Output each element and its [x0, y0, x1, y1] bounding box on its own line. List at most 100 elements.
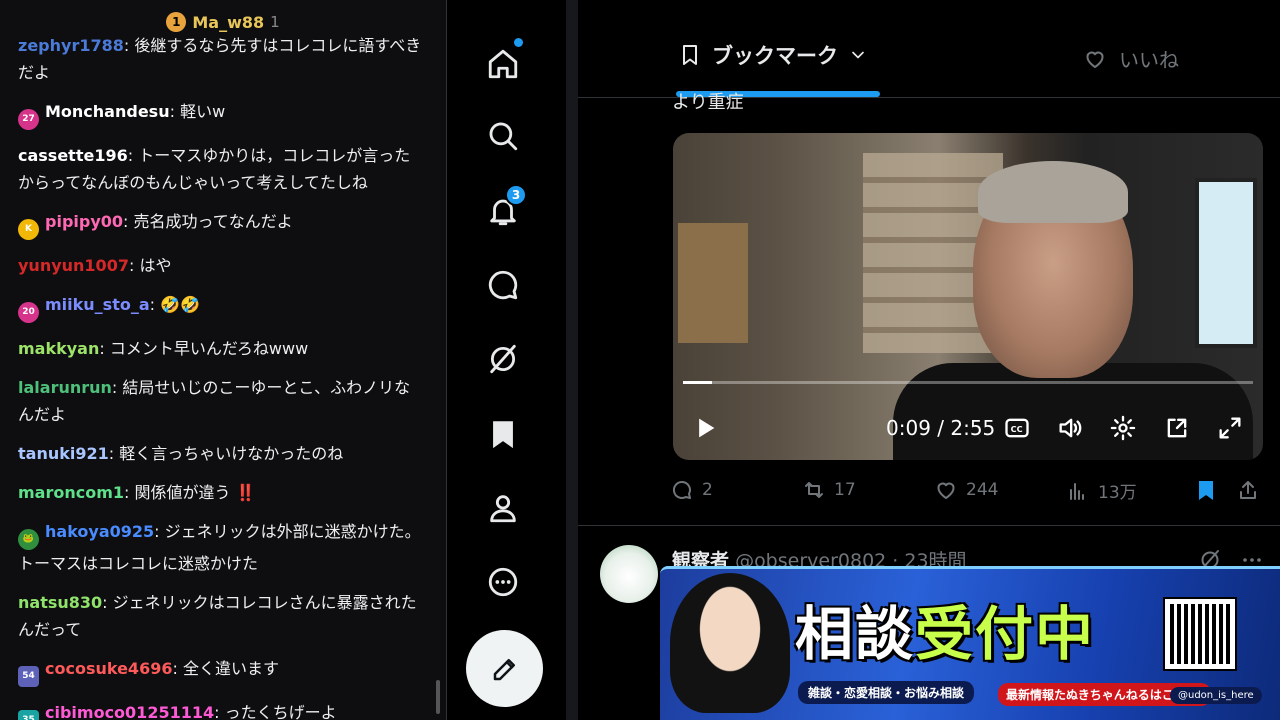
- post-actions: 2 17 244 13万: [670, 478, 1270, 510]
- chat-message: 20 miiku_sto_a: 🤣🤣: [18, 291, 423, 323]
- chat-message: 35 cibimoco01251114: ったくちげーよ: [18, 699, 423, 720]
- chat-message: 54 cocosuke4696: 全く違います: [18, 655, 423, 687]
- compose-button[interactable]: [466, 630, 543, 707]
- chat-badge-icon: 35: [18, 710, 39, 720]
- reply-count: 2: [702, 480, 713, 500]
- chat-message: cassette196: トーマスゆかりは，コレコレが言ったからってなんぼのもん…: [18, 142, 423, 196]
- chat-username[interactable]: makkyan: [18, 339, 99, 358]
- post-text-fragment: より重症: [672, 92, 744, 113]
- chat-top-count: 1: [270, 13, 280, 31]
- like-button[interactable]: 244: [934, 478, 998, 502]
- nav-rail: 3: [447, 0, 562, 720]
- chat-scrollbar[interactable]: [436, 680, 440, 714]
- chat-text: 🤣🤣: [160, 295, 200, 314]
- chat-separator: :: [111, 378, 123, 397]
- compose-icon: [493, 658, 515, 680]
- bookmark-filled-icon: [1199, 481, 1213, 500]
- profile-icon[interactable]: [481, 486, 525, 530]
- chat-badge-icon: 🐸: [18, 529, 39, 550]
- more-icon[interactable]: [481, 560, 525, 604]
- chat-message: natsu830: ジェネリックはコレコレさんに暴露されたんだって: [18, 589, 423, 643]
- chat-username[interactable]: cassette196: [18, 146, 128, 165]
- settings-icon[interactable]: [1109, 413, 1137, 443]
- chat-username[interactable]: natsu830: [18, 593, 102, 612]
- svg-text:CC: CC: [1011, 424, 1023, 434]
- chat-badge-icon: 27: [18, 109, 39, 130]
- chat-text: コメント早いんだろねwww: [109, 339, 309, 358]
- chat-message: 27 Monchandesu: 軽いw: [18, 98, 423, 130]
- qr-code: [1163, 597, 1237, 671]
- grok-icon[interactable]: [481, 337, 525, 381]
- repost-icon: [805, 482, 823, 498]
- chat-username[interactable]: yunyun1007: [18, 256, 129, 275]
- tab-likes[interactable]: いいね: [1083, 44, 1179, 73]
- chat-badge-icon: K: [18, 219, 39, 240]
- chat-username[interactable]: hakoya0925: [45, 522, 154, 541]
- chat-message: maroncom1: 関係値が違う ‼️: [18, 479, 423, 506]
- reply-button[interactable]: 2: [670, 478, 713, 502]
- search-icon[interactable]: [481, 114, 525, 158]
- messages-icon[interactable]: [481, 263, 525, 307]
- chat-top-user[interactable]: Ma_w88: [192, 13, 264, 32]
- video-progress-track[interactable]: [683, 381, 1253, 384]
- play-icon[interactable]: [691, 413, 719, 443]
- chat-separator: :: [108, 444, 120, 463]
- chat-text: 関係値が違う ‼️: [134, 483, 256, 502]
- video-bg-box: [678, 223, 748, 343]
- chat-text: 売名成功ってなんだよ: [133, 212, 293, 231]
- chat-username[interactable]: tanuki921: [18, 444, 109, 463]
- chat-username[interactable]: zephyr1788: [18, 36, 124, 55]
- banner-x-handle: @udon_is_here: [1170, 687, 1262, 704]
- video-player[interactable]: 0:09 / 2:55 CC: [673, 133, 1263, 460]
- fullscreen-icon[interactable]: [1216, 413, 1244, 443]
- chat-text: 全く違います: [182, 659, 279, 678]
- chat-separator: :: [128, 256, 140, 275]
- chat-message-list: zephyr1788: 後継するなら先すはコレコレに語すべきだよ 27 Moncha…: [18, 32, 423, 720]
- chat-message: Kpipipy00: 売名成功ってなんだよ: [18, 208, 423, 240]
- heart-icon: [1086, 51, 1104, 68]
- chat-badge-icon: 54: [18, 666, 39, 687]
- chat-separator: :: [99, 339, 110, 358]
- chat-text: ったくちげーよ: [224, 703, 337, 720]
- notifications-badge: 3: [505, 184, 527, 206]
- captions-icon[interactable]: CC: [1003, 413, 1031, 443]
- chat-separator: :: [172, 659, 183, 678]
- views-button[interactable]: 13万: [1066, 478, 1137, 503]
- chat-username[interactable]: cocosuke4696: [45, 659, 172, 678]
- tab-bookmarks[interactable]: ブックマーク: [678, 40, 868, 70]
- pip-icon[interactable]: [1163, 413, 1191, 443]
- chevron-down-icon[interactable]: [848, 45, 868, 65]
- chat-separator: :: [123, 36, 135, 55]
- banner-title: 相談受付中: [795, 587, 1095, 671]
- tab-likes-label: いいね: [1119, 48, 1179, 72]
- chat-message: yunyun1007: はや: [18, 252, 423, 279]
- bookmark-button[interactable]: [1194, 478, 1218, 502]
- chat-separator: :: [124, 483, 135, 502]
- chat-username[interactable]: maroncom1: [18, 483, 124, 502]
- avatar[interactable]: [600, 545, 658, 603]
- video-progress-fill: [683, 381, 712, 384]
- chat-message: zephyr1788: 後継するなら先すはコレコレに語すべきだよ: [18, 32, 423, 86]
- chat-message: lalarunrun: 結局せいじのこーゆーとこ、ふわノリなんだよ: [18, 374, 423, 428]
- chat-separator: :: [169, 102, 181, 121]
- chat-text: 軽いw: [180, 102, 226, 121]
- bookmarks-icon[interactable]: [481, 412, 525, 456]
- chat-separator: :: [154, 522, 165, 541]
- volume-icon[interactable]: [1056, 413, 1084, 443]
- home-icon[interactable]: [481, 42, 525, 86]
- rank-badge: 1: [166, 12, 187, 32]
- chat-separator: :: [123, 212, 134, 231]
- chat-username[interactable]: cibimoco01251114: [45, 703, 214, 720]
- chat-message: tanuki921: 軽く言っちゃいけなかったのね: [18, 440, 423, 467]
- video-bg-screen: [1195, 178, 1257, 348]
- chat-separator: :: [214, 703, 225, 720]
- chat-username[interactable]: Monchandesu: [45, 102, 170, 121]
- repost-button[interactable]: 17: [802, 478, 856, 502]
- views-icon: [1070, 482, 1084, 500]
- chat-username[interactable]: lalarunrun: [18, 378, 112, 397]
- like-icon: [937, 482, 955, 499]
- chat-username[interactable]: miiku_sto_a: [45, 295, 150, 314]
- chat-username[interactable]: pipipy00: [45, 212, 123, 231]
- share-button[interactable]: [1236, 478, 1260, 502]
- chat-separator: :: [127, 146, 139, 165]
